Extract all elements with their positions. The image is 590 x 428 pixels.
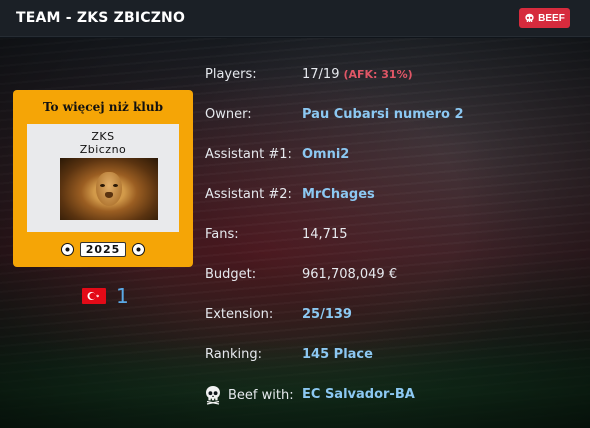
skull-icon — [206, 386, 220, 405]
budget-label: Budget: — [205, 267, 257, 282]
panel-header: TEAM - ZKS ZBICZNO BEEF — [0, 0, 590, 37]
beef-with-label: Beef with: — [204, 385, 294, 405]
country-ranking: 1 — [82, 284, 129, 308]
assistant1-label: Assistant #1: — [205, 147, 292, 162]
beef-team-link[interactable]: EC Salvador-BA — [302, 387, 415, 402]
beef-badge-label: BEEF — [538, 12, 565, 24]
logo-name-line1: ZKS — [91, 130, 115, 143]
assistant1-link[interactable]: Omni2 — [302, 147, 349, 162]
assistant2-label: Assistant #2: — [205, 187, 292, 202]
lion-eye — [113, 184, 118, 187]
logo-motto: To więcej niż klub — [43, 100, 163, 114]
logo-year-row: 2025 — [13, 239, 193, 259]
team-logo: To więcej niż klub ZKS Zbiczno 2025 — [13, 90, 193, 267]
lion-nose — [105, 192, 113, 198]
players-label: Players: — [205, 67, 257, 82]
fans-value: 14,715 — [302, 227, 348, 242]
beef-with-text: Beef with: — [228, 387, 294, 403]
budget-value: 961,708,049 € — [302, 267, 398, 282]
owner-label: Owner: — [205, 107, 252, 122]
logo-year: 2025 — [79, 241, 127, 257]
ranking-link[interactable]: 145 Place — [302, 347, 373, 362]
skull-icon — [525, 13, 534, 22]
lion-image — [60, 158, 158, 220]
football-icon — [60, 242, 74, 256]
lion-eye — [100, 184, 105, 187]
afk-percentage: (AFK: 31%) — [343, 68, 413, 81]
fans-label: Fans: — [205, 227, 239, 242]
extension-link[interactable]: 25/139 — [302, 307, 352, 322]
logo-panel: ZKS Zbiczno — [27, 124, 179, 232]
logo-name-line2: Zbiczno — [79, 143, 127, 156]
beef-badge[interactable]: BEEF — [519, 8, 570, 28]
turkey-flag-icon — [82, 288, 106, 304]
players-value: 17/19 (AFK: 31%) — [302, 67, 413, 82]
assistant2-link[interactable]: MrChages — [302, 187, 375, 202]
country-rank: 1 — [116, 284, 129, 308]
extension-label: Extension: — [205, 307, 274, 322]
football-icon — [132, 242, 146, 256]
page-title: TEAM - ZKS ZBICZNO — [16, 10, 186, 26]
owner-link[interactable]: Pau Cubarsi numero 2 — [302, 107, 464, 122]
players-count: 17/19 — [302, 67, 340, 82]
ranking-label: Ranking: — [205, 347, 262, 362]
lion-face — [96, 172, 122, 206]
